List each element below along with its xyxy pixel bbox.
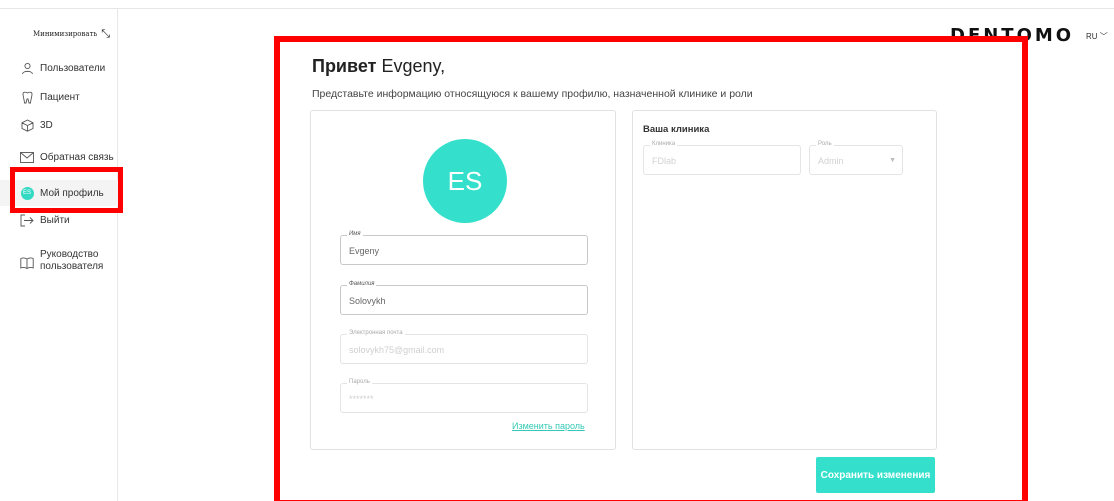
top-divider: [0, 8, 1114, 9]
password-field: Пароль *******: [340, 379, 588, 413]
field-value: Evgeny: [349, 246, 380, 256]
sidebar-item-label: Выйти: [40, 214, 70, 226]
field-label: Клиника: [650, 141, 678, 147]
field-value: Admin: [818, 156, 844, 166]
sidebar-item-user-guide[interactable]: Руководство пользователя: [0, 249, 118, 273]
sidebar-item-label: Пациент: [40, 91, 80, 103]
cube-icon: [20, 118, 34, 132]
sidebar-item-patient[interactable]: Пациент: [0, 90, 118, 104]
avatar-icon: ES: [20, 186, 34, 200]
users-icon: [20, 61, 34, 75]
chevron-down-icon: ﹀: [1099, 32, 1108, 41]
collapse-arrows-icon: ⤡: [101, 27, 111, 40]
clinic-card-title: Ваша клиника: [643, 124, 710, 135]
brand-logo: DENTOMO: [950, 25, 1075, 46]
language-select[interactable]: RU ﹀: [1086, 31, 1108, 42]
tooth-icon: [20, 90, 34, 104]
email-field: Электронная почта solovykh75@gmail.com: [340, 330, 588, 364]
sidebar-item-label: Руководство пользователя: [40, 249, 104, 272]
profile-card: ES Имя Evgeny Фамилия Solovykh Электронн…: [310, 110, 616, 450]
page-subtitle: Представьте информацию относящуюся к ваш…: [312, 88, 753, 100]
sidebar-item-label: 3D: [40, 119, 53, 131]
page-title: Привет Evgeny,: [312, 56, 446, 76]
last-name-field[interactable]: Фамилия Solovykh: [340, 281, 588, 315]
field-value: *******: [349, 394, 374, 404]
field-label: Имя: [347, 231, 363, 237]
logout-icon: [20, 213, 34, 227]
sidebar-item-label: Обратная связь: [40, 151, 114, 163]
first-name-field[interactable]: Имя Evgeny: [340, 231, 588, 265]
sidebar-item-feedback[interactable]: Обратная связь: [0, 150, 118, 164]
field-label: Электронная почта: [347, 330, 405, 336]
field-value: FDlab: [652, 156, 677, 166]
caret-down-icon: ▼: [889, 157, 896, 164]
profile-avatar[interactable]: ES: [423, 139, 507, 223]
sidebar: Минимизировать ⤡ Пользователи Пациент 3D…: [0, 9, 118, 501]
sidebar-item-label: Пользователи: [40, 62, 106, 74]
save-changes-button[interactable]: Сохранить изменения: [816, 457, 935, 493]
field-value: Solovykh: [349, 296, 386, 306]
envelope-icon: [20, 150, 34, 164]
field-value: solovykh75@gmail.com: [349, 345, 445, 355]
minimize-button[interactable]: Минимизировать ⤡: [33, 27, 110, 41]
field-label: Пароль: [347, 379, 372, 385]
field-label: Роль: [816, 141, 834, 147]
sidebar-item-logout[interactable]: Выйти: [0, 213, 118, 227]
sidebar-item-3d[interactable]: 3D: [0, 118, 118, 132]
sidebar-item-label: Мой профиль: [40, 187, 104, 199]
book-icon: [20, 256, 34, 270]
minimize-label: Минимизировать: [33, 30, 98, 38]
clinic-card: Ваша клиника Клиника FDlab Роль Admin ▼: [632, 110, 937, 450]
field-label: Фамилия: [347, 281, 377, 287]
sidebar-item-my-profile[interactable]: ES Мой профиль: [0, 180, 118, 206]
app-root: Минимизировать ⤡ Пользователи Пациент 3D…: [0, 0, 1114, 501]
role-select: Роль Admin ▼: [809, 141, 903, 175]
clinic-field: Клиника FDlab: [643, 141, 801, 175]
change-password-link[interactable]: Изменить пароль: [512, 421, 585, 431]
sidebar-item-users[interactable]: Пользователи: [0, 61, 118, 75]
